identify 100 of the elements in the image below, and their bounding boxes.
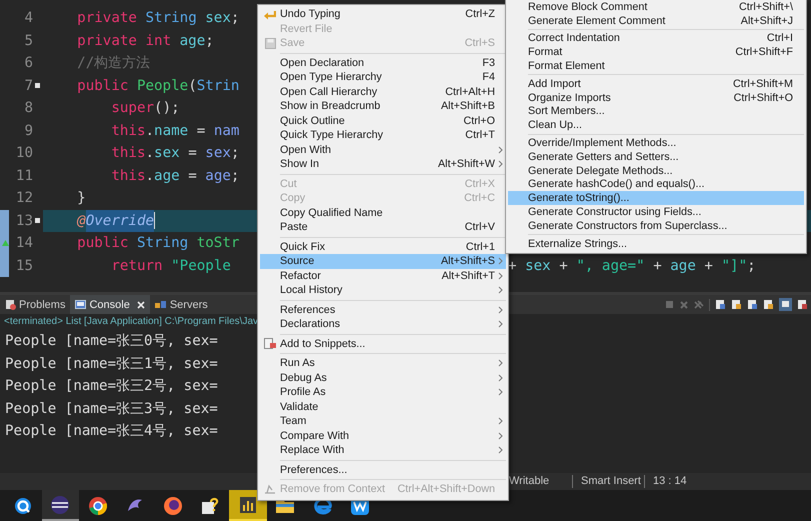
menu-item[interactable]: Clean Up...	[508, 118, 804, 132]
document-icon[interactable]	[747, 299, 758, 310]
menu-item[interactable]: Generate Constructors from Superclass...	[508, 218, 804, 233]
console-header: <terminated> List [Java Application] C:\Program Files\Jav	[3, 315, 258, 329]
code-text: =	[187, 166, 197, 186]
save-icon	[264, 38, 276, 49]
menu-item[interactable]: Organize Imports Ctrl+Shift+O	[508, 90, 804, 105]
code-keyword: public	[77, 234, 128, 253]
view-tab[interactable]: Servers	[150, 295, 213, 314]
menu-item[interactable]: Run As	[260, 356, 506, 370]
code-method-name: toStr	[196, 234, 240, 253]
code-keyword: public	[77, 76, 128, 96]
chart-icon	[238, 494, 258, 514]
line-number: 11	[14, 166, 33, 186]
line-number: 13	[14, 212, 33, 230]
menu-item[interactable]: Profile As	[260, 385, 506, 400]
console-line: People [name=张三1号, sex=	[5, 354, 218, 374]
code-type: String	[144, 9, 197, 28]
menu-item[interactable]: Paste Ctrl+V	[260, 220, 506, 234]
code-string: "]"	[720, 256, 748, 276]
menu-item[interactable]: Source Alt+Shift+S	[260, 254, 506, 268]
menu-item[interactable]: Format Element	[508, 59, 804, 73]
menu-item[interactable]: Copy Qualified Name	[260, 206, 506, 220]
code-text: +	[508, 256, 517, 276]
menu-item[interactable]: Compare With	[260, 428, 506, 443]
code-keyword: this	[111, 122, 146, 140]
menu-item[interactable]: Show In Alt+Shift+W	[260, 157, 506, 172]
code-keyword: this	[111, 166, 146, 186]
menu-item[interactable]: Generate Delegate Methods...	[508, 164, 804, 178]
menu-item[interactable]: Replace With	[260, 443, 506, 458]
menu-item[interactable]: Generate toString()...	[508, 191, 804, 206]
code-text: .	[146, 166, 154, 186]
pin-console-icon[interactable]	[779, 298, 792, 311]
document-icon[interactable]	[797, 299, 808, 310]
menu-item[interactable]: Quick Type Hierarchy Ctrl+T	[260, 128, 506, 142]
code-field: name	[154, 120, 188, 142]
menu-item[interactable]: Open Declaration F3	[260, 56, 506, 70]
menu-item[interactable]: Undo Typing Ctrl+Z	[260, 7, 506, 22]
code-type: String	[136, 234, 188, 253]
menu-item[interactable]: Generate Element Comment Alt+Shift+J	[508, 14, 804, 28]
line-number: 14	[14, 234, 33, 253]
code-text: ();	[154, 99, 180, 118]
fold-icon[interactable]	[35, 82, 40, 88]
menu-item[interactable]: Local History	[260, 283, 506, 298]
line-number: 8	[23, 99, 33, 118]
taskbar-button[interactable]	[229, 490, 266, 521]
menu-item[interactable]: Sort Members...	[508, 104, 804, 118]
menu-item[interactable]: Format Ctrl+Shift+F	[508, 45, 804, 60]
menu-item[interactable]: Externalize Strings...	[508, 236, 804, 251]
menu-item[interactable]: References	[260, 302, 506, 317]
code-field: age	[662, 254, 696, 277]
view-tab[interactable]: Problems	[0, 295, 70, 314]
menu-item[interactable]: Show in Breadcrumb Alt+Shift+B	[260, 99, 506, 114]
taskbar-button[interactable]	[42, 490, 79, 521]
menu-item[interactable]: Validate	[260, 400, 506, 414]
code-field: age	[154, 164, 180, 187]
view-tab[interactable]: Console	[70, 295, 150, 314]
code-keyword: return	[111, 256, 163, 276]
code-text: ;	[230, 144, 240, 163]
code-text: ;	[230, 9, 240, 28]
menu-item[interactable]: Generate Getters and Setters...	[508, 150, 804, 164]
code-string: "People	[170, 256, 231, 276]
menu-item[interactable]: Override/Implement Methods...	[508, 136, 804, 150]
menu-item[interactable]: Generate hashCode() and equals()...	[508, 178, 804, 192]
menu-item[interactable]: Generate Constructor using Fields...	[508, 205, 804, 219]
menu-item[interactable]: Preferences...	[260, 462, 506, 477]
text-cursor	[154, 212, 156, 230]
line-number: 4	[23, 9, 33, 28]
menu-item[interactable]: Open Type Hierarchy F4	[260, 70, 506, 84]
menu-item[interactable]: Correct Indentation Ctrl+I	[508, 32, 804, 46]
line-number: 15	[14, 256, 33, 276]
menu-item[interactable]: Declarations	[260, 317, 506, 332]
menu-item[interactable]: Refactor Alt+Shift+T	[260, 268, 506, 283]
code-keyword: int	[144, 32, 172, 50]
code-keyword: super	[111, 99, 154, 118]
menu-item[interactable]: Team	[260, 414, 506, 428]
code-text: .	[146, 122, 154, 140]
console-line: People [name=张三3号, sex=	[5, 400, 218, 418]
document-icon[interactable]	[715, 299, 726, 310]
code-keyword: this	[111, 144, 146, 163]
document-icon[interactable]	[731, 299, 742, 310]
menu-item[interactable]: Open With	[260, 142, 506, 157]
menu-item[interactable]: Open Call Hierarchy Ctrl+Alt+H	[260, 84, 506, 99]
fold-icon[interactable]	[35, 218, 40, 222]
menu-item[interactable]: Quick Outline Ctrl+O	[260, 114, 506, 128]
menu-item[interactable]: Debug As	[260, 370, 506, 385]
document-icon[interactable]	[763, 299, 774, 310]
menu-item[interactable]: Add Import Ctrl+Shift+M	[508, 76, 804, 91]
code-class-name: People	[136, 76, 188, 96]
menu-item[interactable]: Remove Block Comment Ctrl+Shift+\	[508, 0, 804, 14]
menu-item[interactable]: Add to Snippets...	[260, 336, 506, 351]
line-number: 12	[14, 189, 33, 208]
help-icon	[200, 496, 220, 516]
menu-item[interactable]: Quick Fix Ctrl+1	[260, 240, 506, 254]
close-icon[interactable]	[136, 300, 145, 308]
code-parameter: age	[204, 166, 231, 186]
line-number: 6	[23, 54, 33, 73]
code-text: +	[703, 256, 713, 276]
code-field: sex	[196, 7, 231, 30]
code-annotation: @	[77, 212, 86, 230]
